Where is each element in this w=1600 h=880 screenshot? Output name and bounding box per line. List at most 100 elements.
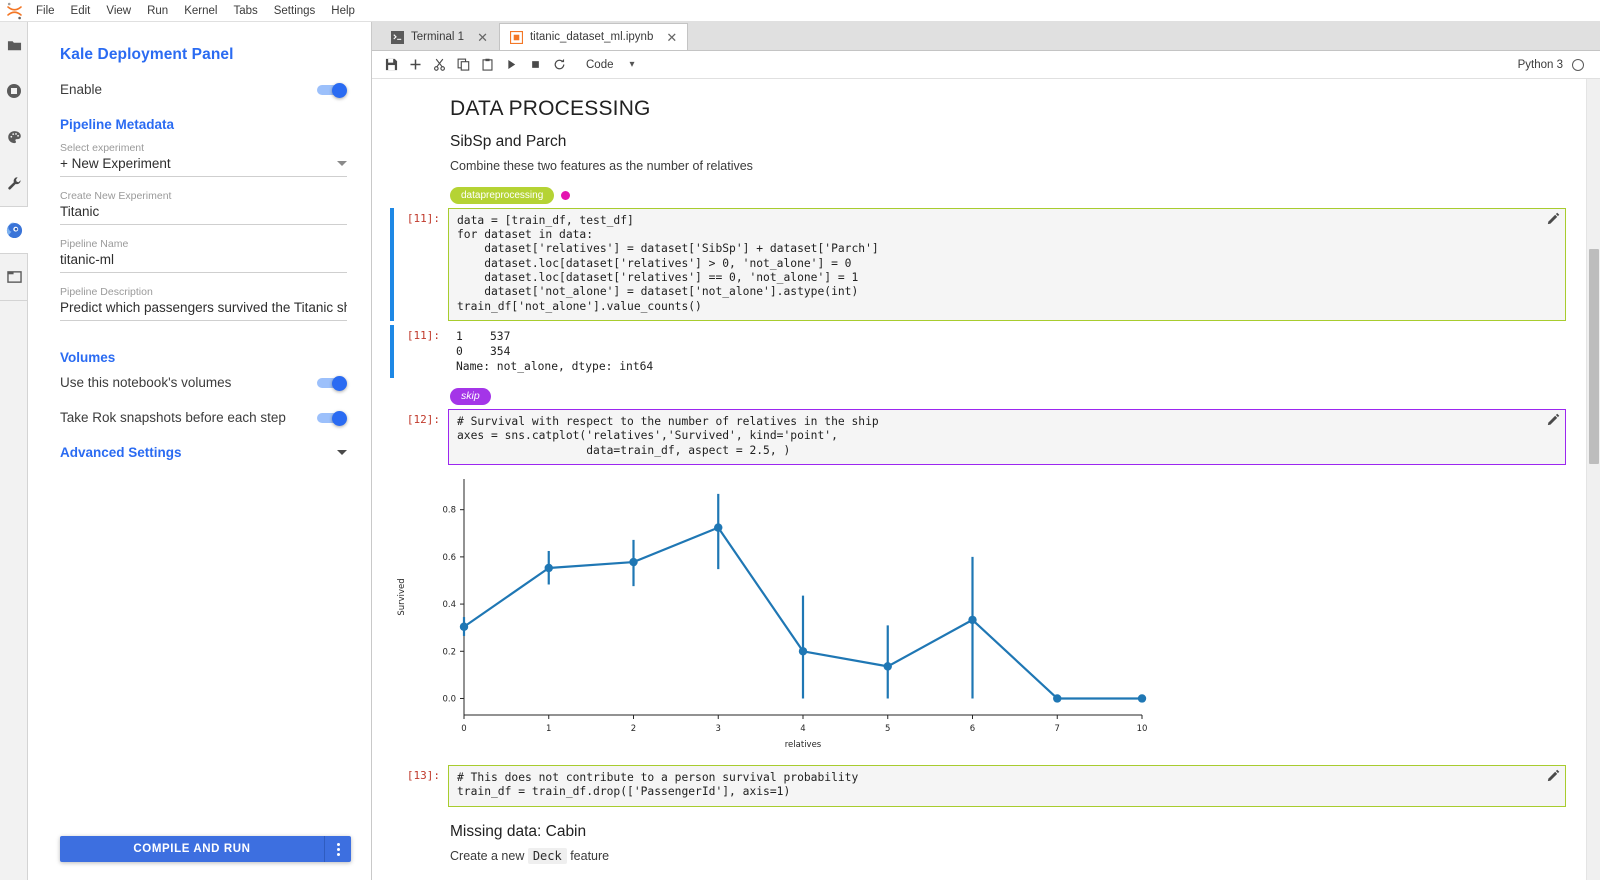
create-new-experiment-value-wrap [60,203,347,225]
markdown-cell-heading[interactable]: DATA PROCESSING SibSp and Parch Combine … [372,79,1586,181]
markdown-cell-trailing[interactable]: Missing data: Cabin Create a new Deck fe… [372,807,1586,871]
scrollbar-thumb[interactable] [1589,249,1599,464]
section-paragraph: Combine these two features as the number… [450,159,1566,173]
compile-and-run-button[interactable]: COMPILE AND RUN [60,836,324,862]
create-new-experiment-field: Create New Experiment [60,190,351,225]
tabs-icon[interactable] [0,254,28,300]
copy-icon[interactable] [452,54,474,76]
deck-text-before: Create a new [450,849,528,863]
deck-text-after: feature [567,849,609,863]
wrench-icon[interactable] [0,160,28,206]
cell1-output-text: 1 537 0 354 Name: not_alone, dtype: int6… [456,329,1558,374]
chevron-down-icon: ▾ [630,59,635,70]
cell1-output-prompt: [11]: [394,325,448,378]
rok-snapshots-toggle[interactable] [313,411,347,425]
svg-text:4: 4 [800,724,805,734]
pipeline-description-value-wrap [60,299,347,321]
kale-logo-icon[interactable] [0,207,28,253]
deck-inline-code: Deck [528,848,567,864]
add-cell-icon[interactable] [404,54,426,76]
svg-text:0: 0 [461,724,466,734]
pipeline-name-input[interactable] [60,252,347,267]
file-browser-icon[interactable] [0,22,28,68]
menu-file[interactable]: File [28,0,63,22]
menu-bar: File Edit View Run Kernel Tabs Settings … [0,0,1600,22]
stop-icon[interactable] [524,54,546,76]
svg-text:10: 10 [1137,724,1148,734]
edit-pencil-icon[interactable] [1547,212,1560,225]
svg-text:3: 3 [716,724,721,734]
svg-text:0.2: 0.2 [442,647,456,657]
edit-pencil-icon[interactable] [1547,769,1560,782]
cell1-editor[interactable]: data = [train_df, test_df] for dataset i… [448,208,1566,321]
notebook-toolbar: Code ▾ Python 3 [372,51,1600,79]
pipeline-name-value-wrap [60,251,347,273]
menu-tabs[interactable]: Tabs [225,0,265,22]
volumes-heading: Volumes [60,350,351,365]
notebook-scrollbar[interactable] [1586,79,1600,880]
menu-edit[interactable]: Edit [63,0,99,22]
svg-text:0.6: 0.6 [442,553,456,563]
toggle-knob [332,376,347,391]
missing-data-subtitle: Missing data: Cabin [450,823,1566,841]
menu-kernel[interactable]: Kernel [176,0,225,22]
code-cell-2[interactable]: [12]: # Survival with respect to the num… [372,409,1586,465]
advanced-settings-row[interactable]: Advanced Settings [60,445,351,460]
use-notebook-volumes-toggle[interactable] [313,376,347,390]
svg-text:2: 2 [631,724,636,734]
svg-text:5: 5 [885,724,890,734]
cell3-editor[interactable]: # This does not contribute to a person s… [448,765,1566,807]
tab-terminal-1[interactable]: Terminal 1 ✕ [380,23,499,50]
menu-view[interactable]: View [98,0,139,22]
save-icon[interactable] [380,54,402,76]
kernel-status-indicator[interactable] [1572,59,1584,71]
cell-tag-skip[interactable]: skip [450,388,491,405]
running-terminals-icon[interactable] [0,68,28,114]
kale-deployment-panel: Kale Deployment Panel Enable Pipeline Me… [28,22,372,880]
kebab-menu-icon[interactable] [324,836,351,862]
cell1-prompt: [11]: [394,208,448,321]
paste-icon[interactable] [476,54,498,76]
cell1-tag-row: datapreprocessing [372,181,1586,208]
cell-type-select[interactable]: Code ▾ [582,57,639,73]
pipeline-name-field: Pipeline Name [60,238,351,273]
cut-icon[interactable] [428,54,450,76]
notebook-panel: DATA PROCESSING SibSp and Parch Combine … [372,79,1586,880]
run-icon[interactable] [500,54,522,76]
terminal-icon [391,31,404,44]
tab-bar: Terminal 1 ✕ titanic_dataset_ml.ipynb ✕ [372,22,1600,51]
code-cell-1-output: [11]: 1 537 0 354 Name: not_alone, dtype… [372,325,1586,378]
palette-icon[interactable] [0,114,28,160]
pipeline-description-input[interactable] [60,300,347,315]
relatives-survived-pointplot: 0.00.20.40.60.8Survived0123456710relativ… [372,471,1172,761]
restart-icon[interactable] [548,54,570,76]
cell-type-value: Code [586,59,614,71]
tab-titanic-notebook[interactable]: titanic_dataset_ml.ipynb ✕ [499,23,688,50]
select-experiment-label: Select experiment [60,142,347,154]
close-icon[interactable]: ✕ [666,31,677,44]
activity-bar [0,22,28,880]
pipeline-description-label: Pipeline Description [60,286,347,298]
enable-label: Enable [60,82,102,97]
jupyterlab-window: File Edit View Run Kernel Tabs Settings … [0,0,1600,880]
menu-settings[interactable]: Settings [266,0,324,22]
svg-text:0.0: 0.0 [442,695,456,705]
edit-pencil-icon[interactable] [1547,413,1560,426]
pipeline-metadata-heading: Pipeline Metadata [60,117,351,132]
cell3-source: # This does not contribute to a person s… [457,771,1557,800]
create-new-experiment-input[interactable] [60,204,347,219]
use-notebook-volumes-label: Use this notebook's volumes [60,375,231,390]
close-icon[interactable]: ✕ [477,31,488,44]
code-cell-3[interactable]: [13]: # This does not contribute to a pe… [372,765,1586,807]
cell-tag-datapreprocessing[interactable]: datapreprocessing [450,187,554,204]
cell2-editor[interactable]: # Survival with respect to the number of… [448,409,1566,465]
menu-help[interactable]: Help [323,0,363,22]
toggle-knob [332,411,347,426]
menu-run[interactable]: Run [139,0,176,22]
svg-text:7: 7 [1055,724,1060,734]
enable-toggle[interactable] [313,83,347,97]
select-experiment-select[interactable]: + New Experiment [60,155,347,177]
cell-tag-dot[interactable] [561,191,570,200]
code-cell-1[interactable]: [11]: data = [train_df, test_df] for dat… [372,208,1586,321]
pipeline-description-field: Pipeline Description [60,286,351,321]
